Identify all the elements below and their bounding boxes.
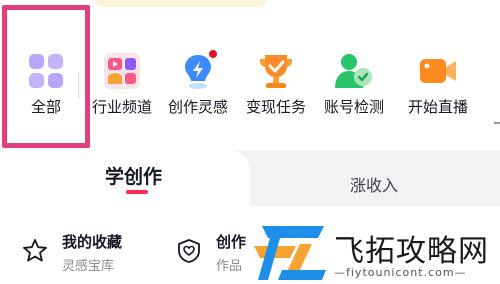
- card-subtitle: 作品: [216, 259, 243, 274]
- shortcut-account-check[interactable]: 账号检测: [316, 50, 392, 130]
- shortcut-creative-inspiration[interactable]: 创作灵感: [160, 50, 236, 130]
- watermark-logo: [254, 226, 326, 280]
- shortcut-industry-channel[interactable]: 行业频道: [84, 50, 160, 130]
- shortcut-label: 行业频道: [91, 98, 152, 116]
- bulb-icon: [185, 50, 217, 89]
- card-title: 创作: [216, 233, 247, 251]
- user-check-icon: [335, 54, 372, 88]
- highlight-box: [2, 5, 90, 148]
- channel-icon: [104, 53, 140, 89]
- camera-icon: [420, 59, 456, 83]
- tab-label: 学创作: [105, 166, 163, 188]
- top-banner-edge: [96, 0, 266, 7]
- trophy-icon: [260, 55, 292, 88]
- shortcut-monetization-tasks[interactable]: 变现任务: [238, 50, 314, 130]
- shortcut-label: 开始直播: [407, 98, 468, 116]
- shortcut-label: 变现任务: [245, 98, 306, 116]
- more-indicator: [494, 122, 500, 124]
- watermark-url: —fiytounicont.com—: [334, 266, 467, 279]
- tabs-bar: 学创作 涨收入: [0, 150, 500, 206]
- watermark-title: 飞拓攻略网: [334, 234, 489, 269]
- shortcut-start-live[interactable]: 开始直播: [400, 50, 476, 130]
- tab-learn-create[interactable]: 学创作: [0, 150, 250, 206]
- active-tab-indicator: [126, 190, 148, 194]
- shortcut-label: 账号检测: [323, 98, 384, 116]
- shortcut-label: 创作灵感: [167, 98, 228, 116]
- tab-label: 涨收入: [350, 176, 399, 195]
- shield-heart-icon: [178, 239, 200, 263]
- card-subtitle: 灵感宝库: [62, 259, 115, 274]
- star-icon: [23, 239, 47, 262]
- notification-dot: [209, 50, 217, 58]
- card-title: 我的收藏: [62, 233, 123, 251]
